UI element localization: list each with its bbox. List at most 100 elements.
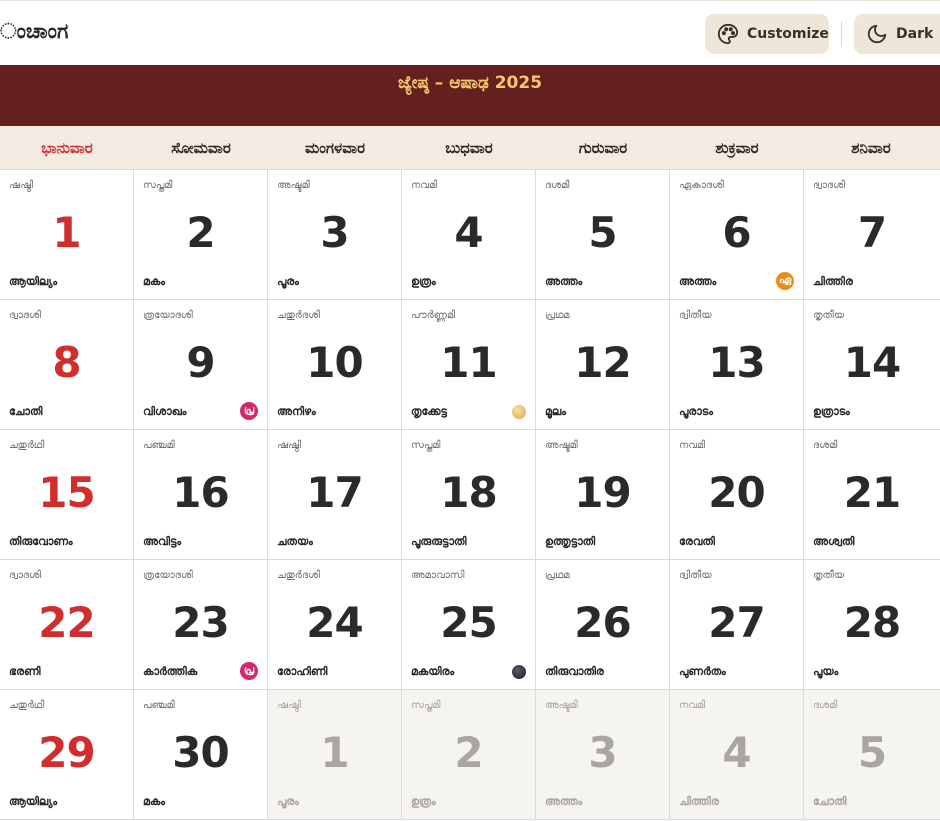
calendar-day-cell[interactable]: ദശമി 5 അത്തം <box>536 170 670 300</box>
calendar-day-cell[interactable]: ദശമി 21 അശ്വതി <box>804 430 940 560</box>
day-number: 11 <box>440 338 497 387</box>
calendar-week-row: ദ്വാദശി 8 ചോതി ത്രയോദശി 9 വിശാഖം പ്ര ചതുർദശി 10 അ… <box>0 300 940 430</box>
calendar-day-cell[interactable]: പ്രഥമ 12 മൂലം <box>536 300 670 430</box>
nakshatra-label: പൂയം <box>813 665 839 678</box>
day-number: 4 <box>722 728 751 777</box>
calendar-day-cell[interactable]: ദ്വിതീയ 27 പുണർതം <box>670 560 804 690</box>
calendar-day-cell[interactable]: അഷ്ടമി 19 ഉത്തൃട്ടാതി <box>536 430 670 560</box>
nakshatra-label: മകയിരം <box>411 665 455 678</box>
nakshatra-label: മകം <box>143 275 166 288</box>
nakshatra-label: അശ്വതി <box>813 535 855 548</box>
day-number: 15 <box>38 468 95 517</box>
event-badge[interactable]: പ്ര <box>240 662 258 680</box>
calendar-day-cell[interactable]: ചതുർദശി 24 രോഹിണി <box>268 560 402 690</box>
weekday-label: ಶುಕ್ರವಾರ <box>715 139 759 157</box>
calendar-day-cell[interactable]: ചതുർഥി 15 തിരുവോണം <box>0 430 134 560</box>
dark-label: Dark <box>896 26 934 42</box>
calendar-day-cell[interactable]: നവമി 20 രേവതി <box>670 430 804 560</box>
day-number: 1 <box>320 728 349 777</box>
tithi-label: ഷഷ്ഠി <box>277 700 302 711</box>
moon-icon <box>867 24 887 44</box>
nakshatra-label: ഉത്തൃട്ടാതി <box>545 535 596 548</box>
calendar-day-cell[interactable]: പ്രഥമ 26 തിരുവാതിര <box>536 560 670 690</box>
calendar-day-cell[interactable]: തൃതീയ 28 പൂയം <box>804 560 940 690</box>
day-number: 25 <box>440 598 497 647</box>
tithi-label: പൗർണ്ണമി <box>411 310 456 321</box>
calendar-day-cell[interactable]: ത്രയോദശി 23 കാർത്തിക പ്ര <box>134 560 268 690</box>
day-number: 24 <box>306 598 363 647</box>
event-badge[interactable]: ഏ <box>776 272 794 290</box>
day-number: 29 <box>38 728 95 777</box>
day-number: 17 <box>306 468 363 517</box>
nakshatra-label: ഉത്രാടം <box>813 405 850 418</box>
calendar-day-cell[interactable]: അഷ്ടമി 3 അത്തം <box>536 690 670 820</box>
calendar-day-cell[interactable]: പഞ്ചമി 16 അവിട്ടം <box>134 430 268 560</box>
day-number: 7 <box>857 208 887 257</box>
tithi-label: സപ്തമി <box>411 700 441 711</box>
calendar-day-cell[interactable]: പൗർണ്ണമി 11 തൃക്കേട്ട <box>402 300 536 430</box>
day-number: 1 <box>52 208 81 257</box>
calendar-day-cell[interactable]: ദ്വിതീയ 13 പൂരാടം <box>670 300 804 430</box>
customize-button[interactable]: Customize <box>705 14 829 54</box>
calendar-day-cell[interactable]: ത്രയോദശി 9 വിശാഖം പ്ര <box>134 300 268 430</box>
calendar-day-cell[interactable]: ഷഷ്ഠി 17 ചതയം <box>268 430 402 560</box>
day-number: 12 <box>574 338 631 387</box>
calendar-day-cell[interactable]: നവമി 4 ചിത്തിര <box>670 690 804 820</box>
tithi-label: ത്രയോദശി <box>143 570 193 581</box>
day-number: 20 <box>708 468 765 517</box>
toolbar-divider <box>841 21 842 47</box>
top-bar: ಂಚಾಂಗ Customize Dark <box>0 0 940 65</box>
calendar-day-cell[interactable]: അഷ്ടമി 3 പൂരം <box>268 170 402 300</box>
nakshatra-label: പൂരം <box>277 795 299 808</box>
nakshatra-label: ആയില്യം <box>9 275 58 288</box>
tithi-label: ചതുർഥി <box>9 440 45 451</box>
day-number: 2 <box>186 208 215 257</box>
day-number: 27 <box>708 598 765 647</box>
calendar-day-cell[interactable]: പഞ്ചമി 30 മകം <box>134 690 268 820</box>
tithi-label: ദ്വാദശി <box>813 180 845 191</box>
customize-label: Customize <box>747 26 829 42</box>
calendar-day-cell[interactable]: ദ്വാദശി 7 ചിത്തിര <box>804 170 940 300</box>
calendar-day-cell[interactable]: അമാവാസി 25 മകയിരം <box>402 560 536 690</box>
nakshatra-label: അത്തം <box>545 795 583 808</box>
calendar-day-cell[interactable]: ദശമി 5 ചോതി <box>804 690 940 820</box>
calendar-day-cell[interactable]: സപ്തമി 18 പൂരുരുട്ടാതി <box>402 430 536 560</box>
weekday-label: ಶನಿವಾರ <box>851 139 891 157</box>
dark-mode-button[interactable]: Dark <box>854 14 940 54</box>
tithi-label: അഷ്ടമി <box>545 440 578 451</box>
nakshatra-label: പൂരാടം <box>679 405 713 418</box>
day-number: 30 <box>172 728 229 777</box>
calendar-day-cell[interactable]: നവമി 4 ഉത്രം <box>402 170 536 300</box>
tithi-label: ത്രയോദശി <box>143 310 193 321</box>
calendar-week-row: ദ്വാദശി 22 ഭരണി ത്രയോദശി 23 കാർത്തിക പ്ര ചതുർദശ… <box>0 560 940 690</box>
month-title: ಜ್ಯೇಷ್ಠ – ಆಷಾಢ 2025 <box>397 73 543 93</box>
tithi-label: ചതുർഥി <box>9 700 45 711</box>
day-number: 9 <box>186 338 215 387</box>
day-number: 10 <box>306 338 363 387</box>
tithi-label: പ്രഥമ <box>545 310 570 321</box>
calendar-day-cell[interactable]: ദ്വാദശി 8 ചോതി <box>0 300 134 430</box>
day-number: 5 <box>588 208 617 257</box>
weekday-label: ಮಂಗಳವಾರ <box>304 139 366 157</box>
calendar-day-cell[interactable]: ദ്വാദശി 22 ഭരണി <box>0 560 134 690</box>
tithi-label: ഏകാദശി <box>679 180 724 191</box>
calendar-day-cell[interactable]: ഷഷ്ഠി 1 ആയില്യം <box>0 170 134 300</box>
calendar-day-cell[interactable]: ഏകാദശി 6 അത്തം ഏ <box>670 170 804 300</box>
tithi-label: സപ്തമി <box>143 180 173 191</box>
calendar-day-cell[interactable]: ഷഷ്ഠി 1 പൂരം <box>268 690 402 820</box>
day-number: 13 <box>708 338 765 387</box>
tithi-label: അഷ്ടമി <box>277 180 310 191</box>
day-number: 14 <box>843 338 901 387</box>
tithi-label: ദ്വാദശി <box>9 570 41 581</box>
tithi-label: ഷഷ്ഠി <box>9 180 34 191</box>
calendar-day-cell[interactable]: സപ്തമി 2 ഉത്രം <box>402 690 536 820</box>
calendar-day-cell[interactable]: ചതുർഥി 29 ആയില്യം <box>0 690 134 820</box>
tithi-label: ചതുർദശി <box>277 310 320 321</box>
event-badge[interactable]: പ്ര <box>240 402 258 420</box>
day-number: 18 <box>440 468 497 517</box>
calendar-day-cell[interactable]: സപ്തമി 2 മകം <box>134 170 268 300</box>
day-number: 22 <box>38 598 95 647</box>
calendar-day-cell[interactable]: ചതുർദശി 10 അനിഴം <box>268 300 402 430</box>
calendar-day-cell[interactable]: തൃതീയ 14 ഉത്രാടം <box>804 300 940 430</box>
app-title: ಂಚಾಂಗ <box>0 19 69 43</box>
